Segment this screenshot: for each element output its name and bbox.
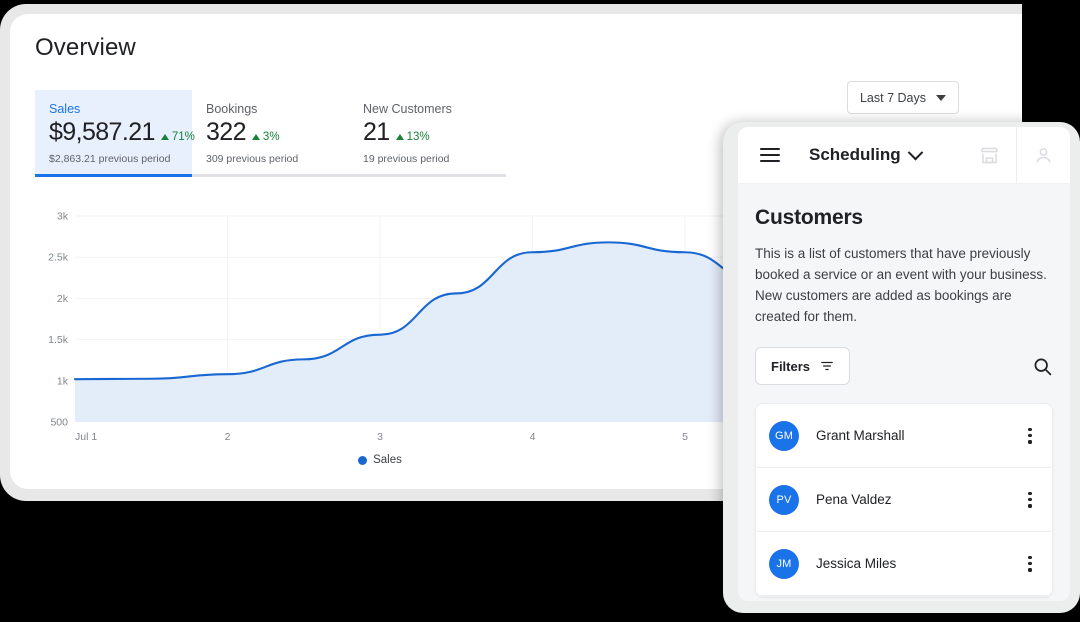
account-button[interactable] <box>1016 127 1070 183</box>
customers-heading: Customers <box>755 206 863 229</box>
topbar-actions <box>963 127 1070 183</box>
date-range-selector[interactable]: Last 7 Days <box>846 81 959 114</box>
storefront-icon <box>980 147 999 163</box>
trend-up-icon <box>160 134 169 140</box>
kpi-previous-period: 19 previous period <box>363 152 450 165</box>
kpi-label: New Customers <box>363 102 452 116</box>
customer-name: Pena Valdez <box>816 492 892 507</box>
filters-label: Filters <box>771 358 811 374</box>
app-title: Scheduling <box>809 145 901 164</box>
chart-x-axis-labels: Jul 1 2 3 4 5 <box>75 431 688 443</box>
phone-device: Scheduling Customers This is a list of c… <box>723 122 1080 613</box>
person-icon <box>1036 147 1051 163</box>
svg-text:2.5k: 2.5k <box>48 252 69 264</box>
filters-button[interactable]: Filters <box>755 347 851 385</box>
date-range-label: Last 7 Days <box>859 90 926 105</box>
kpi-label: Bookings <box>206 102 258 116</box>
kpi-card-sales[interactable]: Sales $9,587.21 71% $2,863.21 previous p… <box>35 90 195 177</box>
avatar: GM <box>769 420 799 451</box>
more-vertical-icon[interactable] <box>1022 555 1038 573</box>
filter-icon <box>821 361 833 371</box>
avatar: JM <box>769 548 799 579</box>
customer-row[interactable]: PV Pena Valdez <box>756 468 1052 532</box>
hamburger-icon[interactable] <box>760 148 780 162</box>
kpi-card-bookings[interactable]: Bookings 322 3% 309 previous period <box>192 90 349 177</box>
svg-text:2k: 2k <box>57 293 69 305</box>
more-vertical-icon[interactable] <box>1022 491 1038 509</box>
chart-y-axis-labels: 3k 2.5k 2k 1.5k 1k 500 <box>48 211 69 429</box>
chevron-down-icon <box>936 94 946 101</box>
kpi-value-row: 21 13% <box>363 118 492 147</box>
customer-row[interactable]: JM Jessica Miles <box>756 532 1052 596</box>
kpi-previous-period: $2,863.21 previous period <box>49 152 171 165</box>
avatar: PV <box>769 484 799 515</box>
page-title: Overview <box>35 34 136 61</box>
kpi-value-row: 322 3% <box>206 118 335 147</box>
kpi-delta-value: 3% <box>262 131 280 143</box>
kpi-delta-value: 13% <box>406 131 430 143</box>
legend-color-swatch <box>358 455 368 465</box>
kpi-delta: 13% <box>395 131 430 143</box>
svg-text:5: 5 <box>682 431 688 443</box>
kpi-value: $9,587.21 <box>49 118 155 146</box>
svg-text:3: 3 <box>377 431 383 443</box>
customer-name: Grant Marshall <box>816 428 905 443</box>
customer-list: GM Grant Marshall PV Pena Valdez JM Jess… <box>755 403 1053 597</box>
trend-up-icon <box>251 134 260 140</box>
svg-text:1k: 1k <box>57 375 69 387</box>
filter-row: Filters <box>755 347 1053 385</box>
kpi-delta: 3% <box>251 131 280 143</box>
trend-up-icon <box>395 134 404 140</box>
customer-row[interactable]: GM Grant Marshall <box>756 404 1052 468</box>
kpi-value: 21 <box>363 118 390 146</box>
search-button[interactable] <box>1032 356 1053 377</box>
more-vertical-icon[interactable] <box>1022 427 1038 445</box>
storefront-button[interactable] <box>963 127 1016 183</box>
customers-description: This is a list of customers that have pr… <box>755 246 1047 324</box>
kpi-previous-period: 309 previous period <box>206 152 299 165</box>
kpi-label: Sales <box>49 102 81 116</box>
svg-text:1.5k: 1.5k <box>48 334 69 346</box>
chevron-down-icon <box>907 144 923 160</box>
kpi-card-new-customers[interactable]: New Customers 21 13% 19 previous period <box>349 90 506 177</box>
kpi-card-row: Sales $9,587.21 71% $2,863.21 previous p… <box>35 90 506 177</box>
phone-top-bar: Scheduling <box>738 127 1070 184</box>
kpi-value: 322 <box>206 118 247 146</box>
svg-text:Jul 1: Jul 1 <box>75 431 97 443</box>
legend-label: Sales <box>373 454 402 466</box>
phone-screen: Scheduling Customers This is a list of c… <box>738 127 1070 601</box>
svg-text:500: 500 <box>50 417 68 429</box>
svg-text:3k: 3k <box>57 211 69 223</box>
customer-name: Jessica Miles <box>816 556 897 571</box>
chart-legend: Sales <box>35 454 725 466</box>
search-icon <box>1034 358 1052 375</box>
app-switcher[interactable]: Scheduling <box>809 144 923 165</box>
svg-text:4: 4 <box>530 431 536 443</box>
kpi-delta: 71% <box>160 131 195 143</box>
phone-content: Customers This is a list of customers th… <box>738 206 1070 597</box>
svg-text:2: 2 <box>225 431 231 443</box>
kpi-value-row: $9,587.21 71% <box>49 118 195 147</box>
